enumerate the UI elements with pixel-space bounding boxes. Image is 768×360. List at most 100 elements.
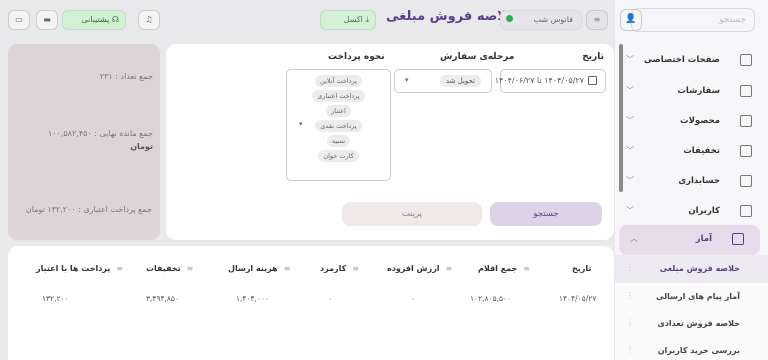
cell-shipping: ۱,۴۰۴,۰۰۰	[236, 294, 269, 303]
dots-icon: ⋮	[626, 291, 634, 300]
grid-icon	[740, 54, 752, 66]
calendar-icon	[588, 76, 597, 85]
sidebar-item-users[interactable]: کاربران ﹀	[615, 197, 768, 227]
filter-icon: ≡	[523, 264, 530, 273]
sidebar-subitem-label: بررسی خرید کاربران	[657, 346, 740, 355]
stat-count: جمع تعداد : ۲۳۱	[99, 72, 153, 81]
cell-credit-payments: ۱۳۲,۲۰۰	[42, 294, 69, 303]
sidebar: جستجو 👤 صفحات اختصاصی ﹀ سفارشات ﹀ محصولا…	[615, 0, 768, 360]
column-header-discounts[interactable]: ≡تخفیفات	[146, 264, 193, 273]
filters-card: تاریخ ۱۴۰۴/۰۵/۲۷ تا ۱۴۰۴/۰۶/۲۷ مرحله‌ی س…	[166, 44, 614, 240]
chevron-up-icon: ︿	[630, 234, 638, 243]
notification-button[interactable]: ♫	[138, 10, 160, 30]
payment-option-chip[interactable]: پرداخت آنلاین	[315, 75, 362, 87]
sidebar-item-label: حسابداری	[678, 176, 720, 186]
chevron-down-icon: ﹀	[626, 176, 634, 185]
sidebar-item-accounting[interactable]: حسابداری ﹀	[615, 167, 768, 197]
sidebar-subitem-label: خلاصه فروش تعدادی	[657, 319, 740, 328]
cell-vat: ۰	[411, 294, 416, 303]
status-dot	[505, 15, 513, 22]
payment-method-select[interactable]: پرداخت آنلاین پرداخت اعتباری اعتبار پردا…	[286, 69, 391, 181]
date-range-input[interactable]: ۱۴۰۴/۰۵/۲۷ تا ۱۴۰۴/۰۶/۲۷	[495, 69, 606, 93]
sidebar-subitem-messages[interactable]: آمار پیام های ارسالی ⋮	[615, 283, 768, 311]
filter-icon: ≡	[116, 264, 124, 273]
support-label: پشتیبانی	[81, 15, 110, 24]
sidebar-item-label: سفارشات	[677, 86, 720, 96]
chevron-down-icon: ﹀	[626, 116, 634, 125]
filter-icon: ≡	[186, 264, 194, 273]
dots-icon: ⋮	[626, 345, 634, 354]
payment-option-chip[interactable]: کارت خوان	[318, 150, 359, 162]
payment-option-chip[interactable]: پرداخت نقدی	[315, 120, 362, 132]
dots-icon: ⋮	[626, 263, 634, 272]
chevron-down-icon: ﹀	[626, 55, 634, 64]
user-icon[interactable]: 👤	[620, 9, 642, 31]
chart-icon	[732, 233, 744, 245]
sidebar-subitem-amount-sales[interactable]: خلاصه فروش مبلغی ⋮	[615, 255, 768, 283]
sidebar-item-pages[interactable]: صفحات اختصاصی ﹀	[615, 46, 768, 76]
chat-button[interactable]: ▭	[8, 10, 30, 30]
sidebar-item-discounts[interactable]: تخفیفات ﹀	[615, 137, 768, 167]
chevron-down-icon: ﹀	[626, 146, 634, 155]
box-icon	[740, 115, 752, 127]
cell-date: ۱۴۰۴/۰۵/۲۷	[559, 294, 597, 303]
stat-remaining-unit: تومان	[130, 142, 153, 151]
sidebar-item-products[interactable]: محصولات ﹀	[615, 107, 768, 137]
monitor-button[interactable]: ▬	[36, 10, 58, 30]
chat-icon: ▭	[15, 15, 23, 24]
cell-fee: ۰	[328, 294, 333, 303]
stat-remaining: جمع مانده نهایی : ۱۰۰,۵۸۲,۴۵۰	[47, 129, 153, 138]
caret-down-icon: ▾	[299, 120, 303, 128]
sidebar-item-label: تخفیفات	[683, 146, 720, 156]
stat-credit: جمع پرداخت اعتباری : ۱۳۲,۲۰۰ تومان	[25, 205, 152, 214]
menu-icon: ≡	[593, 15, 601, 24]
sidebar-item-label: صفحات اختصاصی	[643, 55, 720, 65]
chevron-down-icon: ﹀	[626, 86, 634, 95]
sidebar-item-label: آمار	[695, 234, 712, 244]
caret-down-icon: ▾	[405, 76, 409, 84]
main-scrollbar[interactable]	[619, 44, 623, 192]
calc-icon	[740, 175, 752, 187]
column-header-vat[interactable]: ≡ارزش افزوده	[387, 264, 452, 273]
excel-export-button[interactable]: ⤓ اکسل	[320, 10, 376, 30]
stats-panel: جمع تعداد : ۲۳۱ جمع مانده نهایی : ۱۰۰,۵۸…	[8, 44, 160, 240]
dots-icon: ⋮	[626, 318, 634, 327]
bag-icon	[740, 85, 752, 97]
payment-option-chip[interactable]: اعتبار	[326, 105, 351, 117]
support-button[interactable]: ☊ پشتیبانی	[62, 10, 126, 30]
column-header-credit-payments[interactable]: ≡پرداخت ها با اعتبار	[36, 264, 123, 273]
sidebar-subitem-user-purchases[interactable]: بررسی خرید کاربران ⋮	[615, 337, 768, 360]
download-icon: ⤓	[365, 15, 369, 24]
column-header-items-total[interactable]: ≡جمع اقلام	[478, 264, 530, 273]
discount-icon	[740, 145, 752, 157]
monitor-icon: ▬	[43, 15, 51, 24]
sidebar-subitem-count-sales[interactable]: خلاصه فروش تعدادی ⋮	[615, 310, 768, 338]
filter-icon: ≡	[445, 264, 453, 273]
date-value: ۱۴۰۴/۰۵/۲۷ تا ۱۴۰۴/۰۶/۲۷	[494, 76, 584, 85]
print-button[interactable]: پرینت	[342, 202, 482, 226]
excel-label: اکسل	[343, 15, 363, 24]
sidebar-item-stats[interactable]: آمار ︿	[619, 225, 760, 255]
bell-icon: ♫	[145, 15, 153, 24]
payment-option-chip[interactable]: پرداخت اعتباری	[312, 90, 365, 102]
menu-toggle-button[interactable]: ≡	[586, 10, 608, 30]
column-header-date[interactable]: تاریخ	[572, 264, 591, 273]
filter-icon: ≡	[352, 264, 359, 273]
sidebar-subitem-label: خلاصه فروش مبلغی	[659, 264, 740, 273]
date-label: تاریخ	[582, 52, 604, 62]
night-mode-toggle[interactable]: فانوس شب	[500, 10, 582, 30]
sidebar-item-label: کاربران	[688, 206, 720, 216]
order-stage-chip: تحویل شد	[439, 75, 481, 87]
sidebar-item-orders[interactable]: سفارشات ﹀	[615, 77, 768, 107]
search-button[interactable]: جستجو	[490, 202, 602, 226]
column-header-fee[interactable]: ≡کارمزد	[320, 264, 359, 273]
payment-method-label: نحوه پرداخت	[328, 52, 385, 62]
order-stage-label: مرحله‌ی سفارش	[440, 52, 515, 62]
column-header-shipping[interactable]: ≡هزینه ارسال	[228, 264, 290, 273]
cell-items-total: ۱۰۲,۸۰۵,۵۰۰	[470, 294, 512, 303]
sidebar-search-input[interactable]: جستجو	[631, 8, 755, 32]
chevron-down-icon: ﹀	[626, 206, 634, 215]
payment-option-chip[interactable]: نسیه	[326, 135, 351, 147]
night-mode-label: فانوس شب	[533, 15, 574, 24]
order-stage-select[interactable]: تحویل شد ▾	[394, 69, 492, 93]
